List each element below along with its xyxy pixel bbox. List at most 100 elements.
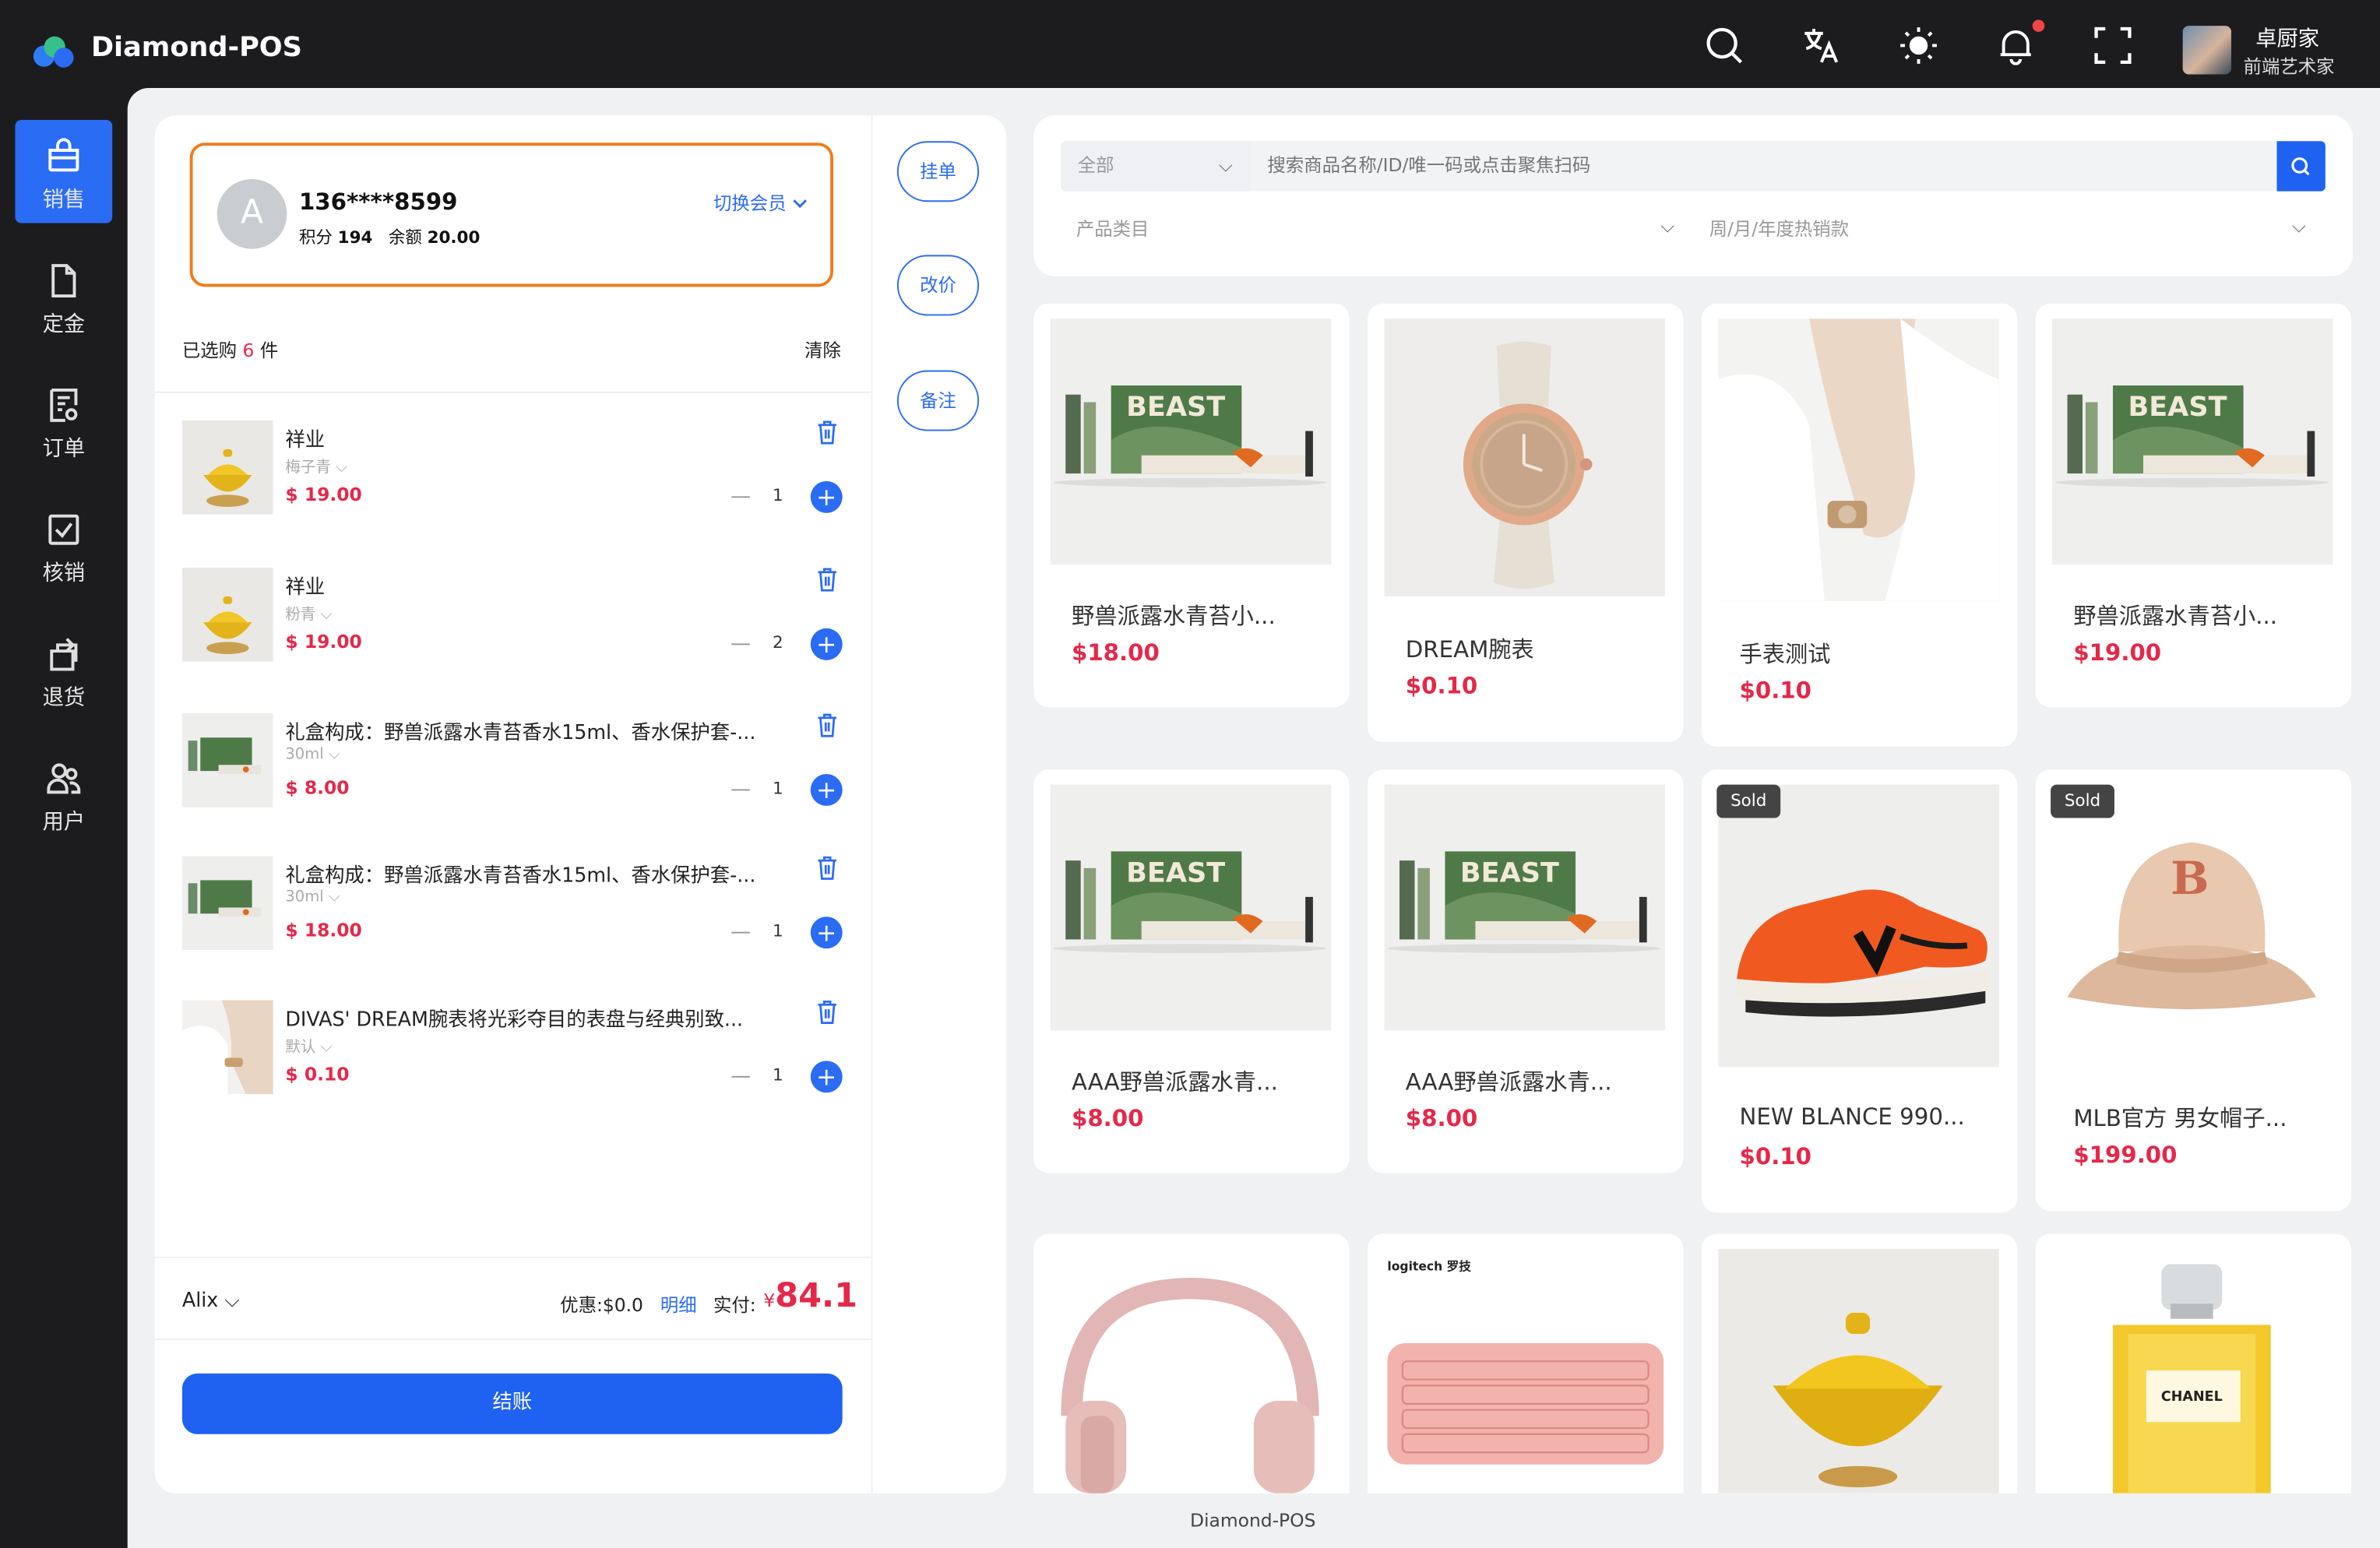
cart-item-spec[interactable]: 30ml ⌵ [285,889,340,906]
member-avatar: A [217,178,287,249]
increase-qty-button[interactable]: + [810,773,843,806]
cart-item-image [181,1000,273,1095]
user-avatar[interactable] [2182,26,2232,75]
sidebar-item-return[interactable]: 退货 [15,617,112,721]
chevron-down-icon: ⌵ [1660,215,1674,237]
divider [154,1339,871,1340]
product-image [1718,1249,1999,1493]
paid-amount: ¥84.1 [763,1278,858,1316]
staff-select[interactable]: Alix ⌵ [182,1290,240,1313]
product-image [1718,784,1999,1068]
sold-badge: Sold [2051,784,2114,818]
product-card[interactable]: B MLB官方 男女帽子... $199.00 [2035,769,2352,1212]
product-image [1718,318,1999,601]
product-card[interactable]: BEAST AAA野兽派露水青... $8.00 [1368,769,1684,1173]
sidebar-item-sales[interactable]: 销售 [15,119,113,223]
cart-item-spec[interactable]: 默认 ⌵ [285,1033,332,1056]
filter-hot-sellers[interactable]: 周/月/年度热销款 [1709,216,1849,241]
order-icon [50,388,78,422]
product-card[interactable]: DREAM腕表 $0.10 [1368,303,1684,743]
user-name[interactable]: 卓厨家 [2255,23,2319,53]
translate-icon[interactable] [1801,26,1841,65]
divider [154,1256,871,1258]
product-price: $199.00 [2073,1141,2178,1169]
app-logo-icon [33,36,74,68]
cart-item: DIVAS' DREAM腕表将光彩夺目的表盘与经典别致... 默认 ⌵ $ 0.… [181,1000,850,1097]
theme-sun-icon[interactable] [1899,26,1938,65]
product-card[interactable] [1033,1233,1350,1493]
increase-qty-button[interactable]: + [810,1061,843,1093]
product-image [1050,1249,1332,1493]
cart-item-spec[interactable]: 30ml ⌵ [285,747,340,763]
cart-item: 礼盒构成：野兽派露水青苔香水15ml、香水保护套-... 30ml ⌵ $ 18… [181,856,850,953]
trash-icon[interactable] [817,856,838,880]
product-card[interactable]: BEAST 野兽派露水青苔小... $18.00 [1033,303,1350,708]
sidebar-item-deposit[interactable]: 定金 [15,245,112,348]
decrease-qty-button[interactable] [731,931,750,934]
product-name: AAA野兽派露水青... [1071,1068,1278,1096]
decrease-qty-button[interactable] [731,496,750,498]
product-card[interactable] [1701,1233,2018,1493]
product-card[interactable]: BEAST 野兽派露水青苔小... $19.00 [2035,303,2352,708]
sidebar-item-users[interactable]: 用户 [15,742,112,846]
product-card[interactable]: 手表测试 $0.10 [1701,303,2018,747]
hold-order-button[interactable]: 挂单 [896,141,980,202]
decrease-qty-button[interactable] [731,643,750,646]
clear-cart-button[interactable]: 清除 [804,337,841,363]
trash-icon[interactable] [817,568,838,592]
search-button[interactable] [2276,141,2325,192]
bell-icon[interactable] [1996,26,2036,65]
trash-icon[interactable] [817,1000,838,1024]
search-panel [1033,115,2353,276]
decrease-qty-button[interactable] [731,1075,750,1078]
cart-item-name: DIVAS' DREAM腕表将光彩夺目的表盘与经典别致... [285,1009,744,1033]
trash-icon[interactable] [817,420,838,445]
product-card[interactable]: CHANEL [2035,1233,2352,1493]
sidebar-item-orders[interactable]: 订单 [15,369,112,473]
sidebar-item-verify[interactable]: 核销 [15,493,112,596]
switch-member-button[interactable]: 切换会员 [713,190,808,216]
divider [154,391,871,393]
filter-product-category[interactable]: 产品类目 [1076,216,1150,241]
search-input[interactable] [1250,141,2277,192]
product-card[interactable]: BEAST AAA野兽派露水青... $8.00 [1033,769,1350,1173]
increase-qty-button[interactable]: + [810,916,843,949]
cart-item-spec[interactable]: 梅子青 ⌵ [285,454,347,477]
fullscreen-icon[interactable] [2093,26,2133,65]
top-bar: Diamond-POS 卓厨家 前端艺术家 [0,0,2380,89]
member-card[interactable]: A 136****8599 积分 194 余额 20.00 切换会员 [189,142,834,287]
chevron-down-icon [792,199,807,209]
sidebar-item-label: 退货 [42,685,86,711]
decrease-qty-button[interactable] [731,789,750,791]
increase-qty-button[interactable]: + [810,628,843,660]
product-card[interactable]: NEW BLANCE 990... $0.10 [1701,769,2018,1213]
category-select[interactable]: 全部 ⌵ [1061,141,1251,192]
search-icon[interactable] [1705,26,1745,65]
product-card[interactable]: logitech 罗技 [1368,1233,1684,1493]
cart-item-qty: 1 [773,778,783,799]
cart-item-name: 礼盒构成：野兽派露水青苔香水15ml、香水保护套-... [285,864,756,888]
product-image: BEAST [1050,784,1332,1031]
increase-qty-button[interactable]: + [810,480,843,513]
cart-item-name: 祥业 [285,576,326,600]
chevron-down-icon: ⌵ [1218,154,1233,177]
trash-icon[interactable] [817,713,838,737]
cart-item-price: $ 19.00 [285,631,362,653]
svg-text:CHANEL: CHANEL [2161,1389,2223,1405]
cart-item-qty: 1 [773,921,783,941]
note-button[interactable]: 备注 [896,370,980,431]
brand-logo-text: logitech 罗技 [1387,1258,1471,1273]
checkbox-icon [48,514,79,545]
product-name: 野兽派露水青苔小... [1071,602,1276,630]
reprice-button[interactable]: 改价 [896,255,980,316]
sidebar-item-label: 订单 [42,437,86,462]
detail-link[interactable]: 明细 [660,1292,697,1318]
product-name: DREAM腕表 [1405,635,1534,663]
cart-item-price: $ 18.00 [285,920,362,941]
cart-item-spec[interactable]: 粉青 ⌵ [285,601,332,624]
checkout-button[interactable]: 结账 [181,1373,843,1434]
users-icon [47,763,81,794]
product-name: AAA野兽派露水青... [1405,1068,1612,1096]
svg-text:B: B [2171,851,2209,905]
cart-item-price: $ 0.10 [285,1064,350,1085]
